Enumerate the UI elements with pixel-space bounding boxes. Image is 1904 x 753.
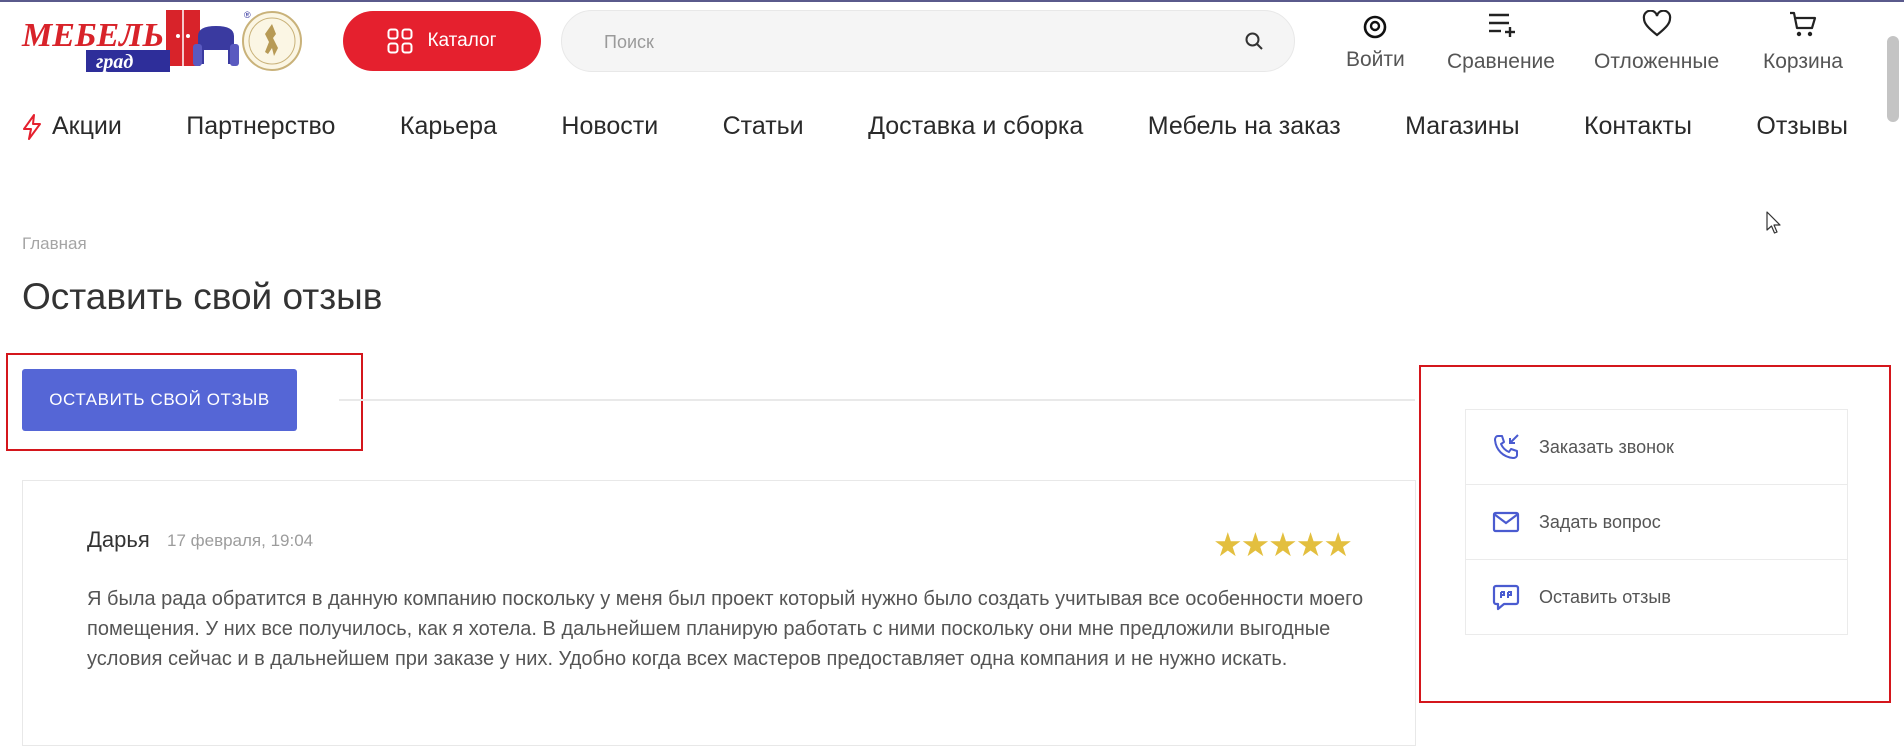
user-icon xyxy=(1364,15,1387,39)
nav-item-news[interactable]: Новости xyxy=(561,112,658,141)
nav-label: Новости xyxy=(561,112,659,140)
nav-item-stores[interactable]: Магазины xyxy=(1405,112,1519,141)
rating-stars: ★★★★★ xyxy=(1213,526,1353,563)
site-logo[interactable]: МЕБЕЛЬ град ® xyxy=(20,8,302,74)
review-text: Я была рада обратится в данную компанию … xyxy=(87,588,1364,670)
nav-item-promo[interactable]: Акции xyxy=(22,112,122,141)
nav-item-reviews[interactable]: Отзывы xyxy=(1756,112,1848,141)
review-author: Дарья xyxy=(87,527,150,552)
sidebar-label-ask-question: Задать вопрос xyxy=(1539,511,1661,532)
heart-icon xyxy=(1642,10,1671,37)
nav-label: Мебель на заказ xyxy=(1147,112,1341,140)
sidebar-item-ask-question[interactable]: Задать вопрос xyxy=(1466,485,1847,560)
grid-icon xyxy=(387,28,413,54)
page-title: Оставить свой отзыв xyxy=(22,276,383,317)
catalog-button[interactable]: Каталог xyxy=(343,11,541,71)
sidebar-actions: Заказать звонок Задать вопрос Оставить о… xyxy=(1465,409,1848,635)
nav-item-career[interactable]: Карьера xyxy=(400,112,497,141)
catalog-label: Каталог xyxy=(427,30,497,51)
search-box xyxy=(561,10,1295,73)
nav-label: Карьера xyxy=(399,112,497,140)
svg-text:град: град xyxy=(96,51,133,73)
window-top-border xyxy=(0,0,1904,2)
cart-icon xyxy=(1790,11,1817,37)
search-input[interactable] xyxy=(602,11,1206,73)
sidebar-item-callback[interactable]: Заказать звонок xyxy=(1466,410,1847,485)
logo-graphic: МЕБЕЛЬ град ® xyxy=(21,10,302,73)
page-scrollbar[interactable] xyxy=(1887,36,1899,122)
main-nav: Акции Партнерство Карьера Новости Статьи… xyxy=(22,112,1848,141)
nav-label: Акции xyxy=(52,112,122,140)
lightning-icon xyxy=(23,113,41,140)
nav-label: Партнерство xyxy=(186,112,336,140)
chat-quote-icon xyxy=(1491,583,1521,611)
login-label: Войти xyxy=(1346,48,1405,71)
cart-button[interactable]: Корзина xyxy=(1763,10,1843,74)
compare-button[interactable]: Сравнение xyxy=(1447,10,1555,74)
sidebar-label-leave-review: Оставить отзыв xyxy=(1539,586,1671,607)
favorites-button[interactable]: Отложенные xyxy=(1594,10,1719,74)
login-button[interactable]: Войти xyxy=(1346,10,1405,72)
nav-item-partnership[interactable]: Партнерство xyxy=(186,112,335,141)
mouse-cursor-icon xyxy=(1766,211,1781,234)
nav-label: Статьи xyxy=(722,112,804,140)
sidebar-label-callback: Заказать звонок xyxy=(1539,436,1674,457)
leave-review-button[interactable]: ОСТАВИТЬ СВОЙ ОТЗЫВ xyxy=(22,369,297,431)
compare-icon xyxy=(1488,13,1515,37)
nav-item-delivery[interactable]: Доставка и сборка xyxy=(868,112,1083,141)
search-icon[interactable] xyxy=(1244,31,1264,56)
breadcrumb: Главная xyxy=(22,234,87,254)
phone-callback-icon xyxy=(1491,433,1521,461)
review-card: Дарья 17 февраля, 19:04 ★★★★★ Я была рад… xyxy=(22,480,1416,746)
cart-label: Корзина xyxy=(1763,50,1843,73)
compare-label: Сравнение xyxy=(1447,50,1555,73)
svg-text:МЕБЕЛЬ: МЕБЕЛЬ xyxy=(21,17,164,54)
review-date: 17 февраля, 19:04 xyxy=(167,531,314,550)
nav-item-contacts[interactable]: Контакты xyxy=(1584,112,1692,141)
favorites-label: Отложенные xyxy=(1594,50,1720,73)
sidebar-item-leave-review[interactable]: Оставить отзыв xyxy=(1466,560,1847,634)
nav-label: Доставка и сборка xyxy=(868,112,1084,140)
nav-item-articles[interactable]: Статьи xyxy=(723,112,804,141)
breadcrumb-home-link[interactable]: Главная xyxy=(22,234,87,253)
svg-text:®: ® xyxy=(244,10,251,20)
nav-label: Магазины xyxy=(1405,112,1520,140)
nav-item-custom-furniture[interactable]: Мебель на заказ xyxy=(1148,112,1341,141)
envelope-icon xyxy=(1491,511,1521,533)
divider-line xyxy=(339,399,1415,401)
nav-label: Отзывы xyxy=(1756,112,1848,140)
nav-label: Контакты xyxy=(1583,112,1692,140)
